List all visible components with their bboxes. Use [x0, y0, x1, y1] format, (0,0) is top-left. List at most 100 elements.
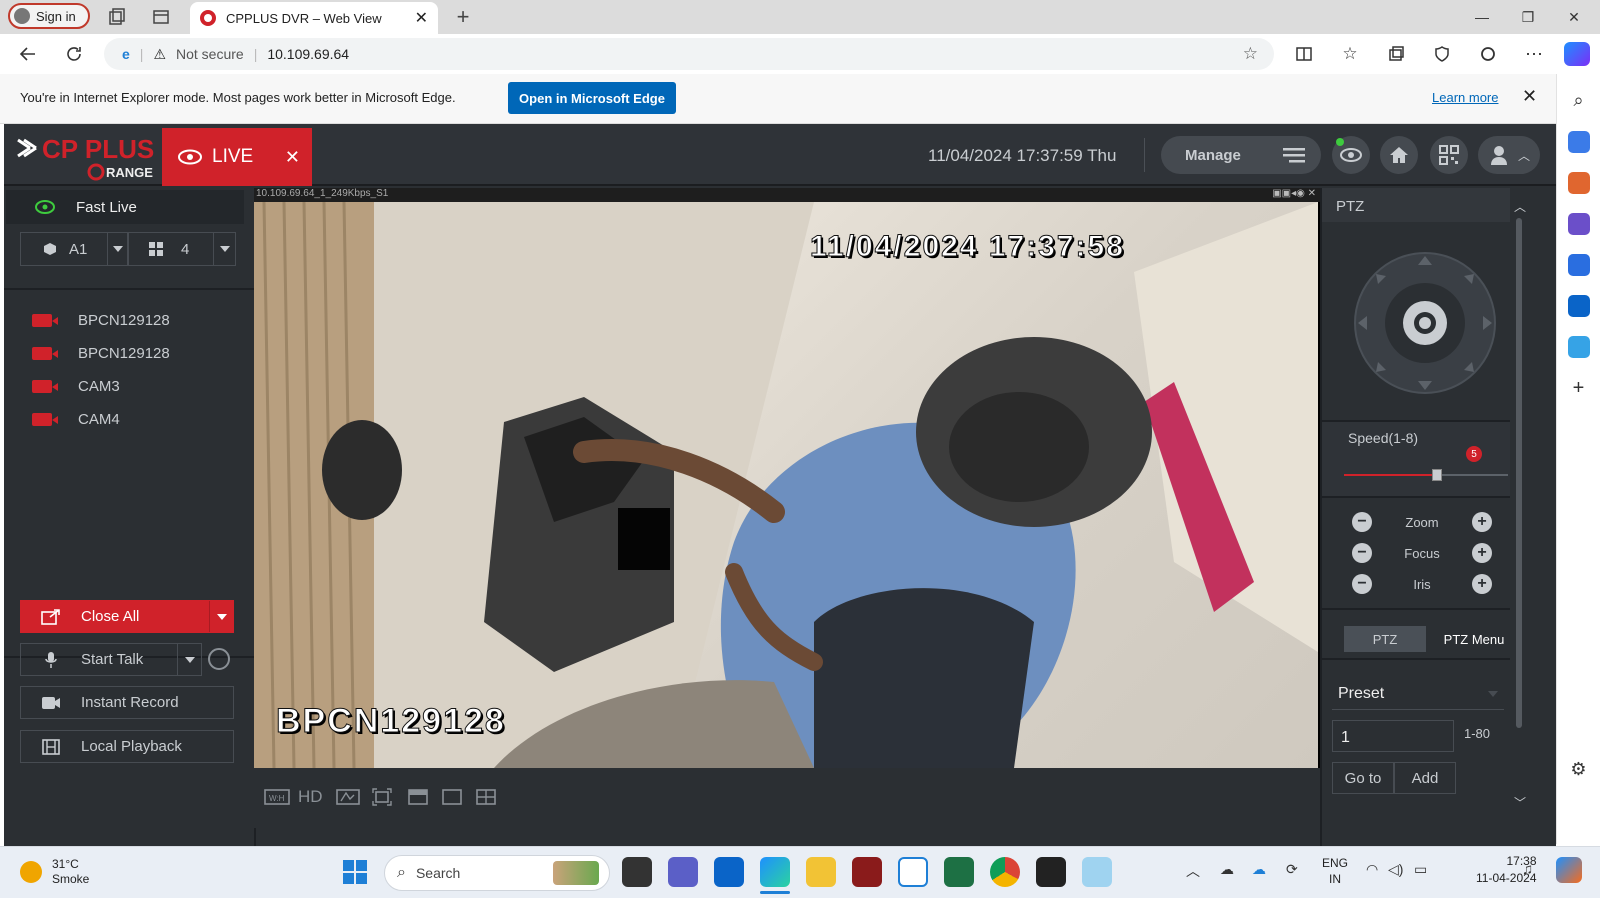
browser-tab[interactable]: CPPLUS DVR – Web View ✕: [190, 2, 438, 34]
app-icon[interactable]: [1082, 857, 1112, 887]
split-select[interactable]: 4: [128, 232, 236, 266]
url-text[interactable]: 10.109.69.64: [267, 46, 349, 62]
iris-minus-icon[interactable]: −: [1352, 574, 1372, 594]
local-playback-button[interactable]: Local Playback: [20, 730, 234, 763]
preset-number-input[interactable]: 1: [1332, 720, 1454, 752]
window-split-icon[interactable]: [408, 786, 428, 808]
workspaces-icon[interactable]: [104, 4, 130, 30]
open-in-edge-button[interactable]: Open in Microsoft Edge: [508, 82, 676, 114]
not-secure-label[interactable]: Not secure: [176, 46, 244, 62]
tab-actions-icon[interactable]: [148, 4, 174, 30]
refresh-icon[interactable]: [58, 38, 90, 70]
single-view-icon[interactable]: [442, 786, 462, 808]
aspect-ratio-icon[interactable]: W:H: [264, 786, 290, 808]
close-tab-icon[interactable]: ✕: [415, 8, 428, 28]
teams-icon[interactable]: [668, 857, 698, 887]
add-icon[interactable]: +: [1568, 377, 1590, 399]
talk-status-indicator[interactable]: [208, 648, 230, 670]
cloud-icon[interactable]: ☁: [1220, 861, 1234, 878]
split-screen-icon[interactable]: [1288, 38, 1320, 70]
scroll-up-icon[interactable]: ︿: [1514, 198, 1526, 215]
file-explorer-icon[interactable]: [806, 857, 836, 887]
windows-start-icon[interactable]: [342, 859, 368, 885]
minimize-icon[interactable]: —: [1460, 4, 1504, 30]
home-button[interactable]: [1380, 136, 1418, 174]
task-view-icon[interactable]: [622, 857, 652, 887]
stream-controls-icon[interactable]: ▣▣◂◉ ✕: [1272, 188, 1316, 199]
sync-icon[interactable]: ⟳: [1286, 861, 1298, 878]
start-talk-button[interactable]: Start Talk: [20, 643, 202, 676]
quad-view-icon[interactable]: [476, 786, 496, 808]
favorite-star-icon[interactable]: ☆: [1243, 44, 1258, 64]
ie-mode-icon[interactable]: e: [122, 46, 130, 62]
collections-icon[interactable]: [1380, 38, 1412, 70]
more-options-icon[interactable]: ⋯: [1518, 38, 1550, 70]
tab-ptz-menu[interactable]: PTZ Menu: [1438, 626, 1510, 652]
learn-more-link[interactable]: Learn more: [1432, 90, 1498, 105]
sign-in-button[interactable]: Sign in: [8, 3, 90, 29]
list-item[interactable]: CAM4: [32, 403, 120, 436]
app-window-icon[interactable]: [898, 857, 928, 887]
chrome-icon[interactable]: [990, 857, 1020, 887]
copilot-taskbar-icon[interactable]: [1556, 857, 1582, 883]
hd-quality-button[interactable]: HD: [298, 786, 323, 808]
app-icon[interactable]: [852, 857, 882, 887]
shopping-icon[interactable]: [1567, 131, 1590, 153]
volume-icon[interactable]: ◁): [1388, 861, 1403, 878]
iris-plus-icon[interactable]: +: [1472, 574, 1492, 594]
focus-minus-icon[interactable]: −: [1352, 543, 1372, 563]
close-live-tab-icon[interactable]: ✕: [285, 147, 300, 168]
games-icon[interactable]: [1567, 213, 1590, 235]
url-field[interactable]: e | ⚠ Not secure | 10.109.69.64 ☆: [104, 38, 1274, 70]
close-window-icon[interactable]: ✕: [1552, 4, 1596, 30]
speed-slider-track[interactable]: [1344, 469, 1508, 481]
scrollbar-thumb[interactable]: [1516, 218, 1522, 728]
list-item[interactable]: BPCN129128: [32, 337, 170, 370]
scroll-down-icon[interactable]: ﹀: [1514, 794, 1526, 811]
copilot-icon[interactable]: [1564, 42, 1590, 66]
edge-taskbar-icon[interactable]: [760, 857, 790, 887]
chevron-down-icon[interactable]: [184, 656, 195, 663]
outlook-icon[interactable]: [1567, 295, 1590, 317]
tab-ptz[interactable]: PTZ: [1344, 626, 1426, 652]
speed-slider-handle[interactable]: [1432, 469, 1443, 481]
copilot-sidebar-icon[interactable]: [1472, 38, 1504, 70]
restore-icon[interactable]: ❐: [1506, 4, 1550, 30]
weather-widget[interactable]: 31°C Smoke: [20, 857, 89, 887]
favorites-icon[interactable]: ☆: [1334, 38, 1366, 70]
live-tab[interactable]: LIVE ✕: [162, 128, 312, 186]
settings-gear-icon[interactable]: ⚙: [1568, 759, 1590, 781]
list-item[interactable]: CAM3: [32, 370, 120, 403]
manage-button[interactable]: Manage: [1161, 136, 1321, 174]
warning-icon[interactable]: ⚠: [153, 46, 166, 63]
add-preset-button[interactable]: Add: [1394, 762, 1456, 794]
zoom-out-icon[interactable]: −: [1352, 512, 1372, 532]
wifi-icon[interactable]: ◠: [1366, 861, 1378, 878]
back-icon[interactable]: [12, 38, 44, 70]
ptz-direction-pad[interactable]: [1352, 250, 1498, 396]
search-icon[interactable]: ⌕: [1568, 90, 1590, 112]
close-all-button[interactable]: Close All: [20, 600, 234, 633]
view-select[interactable]: A1: [20, 232, 128, 266]
tools-icon[interactable]: [1567, 172, 1590, 194]
panel-scrollbar[interactable]: ︿ ﹀: [1510, 188, 1528, 846]
taskbar-search[interactable]: ⌕ Search: [384, 855, 610, 891]
qr-code-button[interactable]: [1430, 136, 1468, 174]
drop-icon[interactable]: [1567, 336, 1590, 358]
battery-icon[interactable]: ▭: [1414, 861, 1427, 878]
onedrive-icon[interactable]: ☁: [1252, 861, 1266, 878]
smart-codec-icon[interactable]: [336, 786, 360, 808]
language-indicator[interactable]: ENG IN: [1322, 855, 1348, 887]
video-window[interactable]: 10.109.69.64_1_249Kbps_S1 ▣▣◂◉ ✕ 11/04/2…: [254, 188, 1320, 768]
microsoft-365-icon[interactable]: [1567, 254, 1590, 276]
fast-live-header[interactable]: Fast Live: [6, 190, 244, 224]
focus-plus-icon[interactable]: +: [1472, 543, 1492, 563]
zoom-in-icon[interactable]: +: [1471, 512, 1492, 532]
list-item[interactable]: BPCN129128: [32, 304, 170, 337]
show-hidden-icons-icon[interactable]: ︿: [1186, 861, 1200, 881]
user-menu-button[interactable]: ︿: [1478, 136, 1540, 174]
chevron-down-icon[interactable]: [216, 613, 227, 620]
excel-icon[interactable]: [944, 857, 974, 887]
preset-select[interactable]: Preset: [1332, 678, 1504, 710]
live-view-button[interactable]: [1332, 136, 1370, 174]
